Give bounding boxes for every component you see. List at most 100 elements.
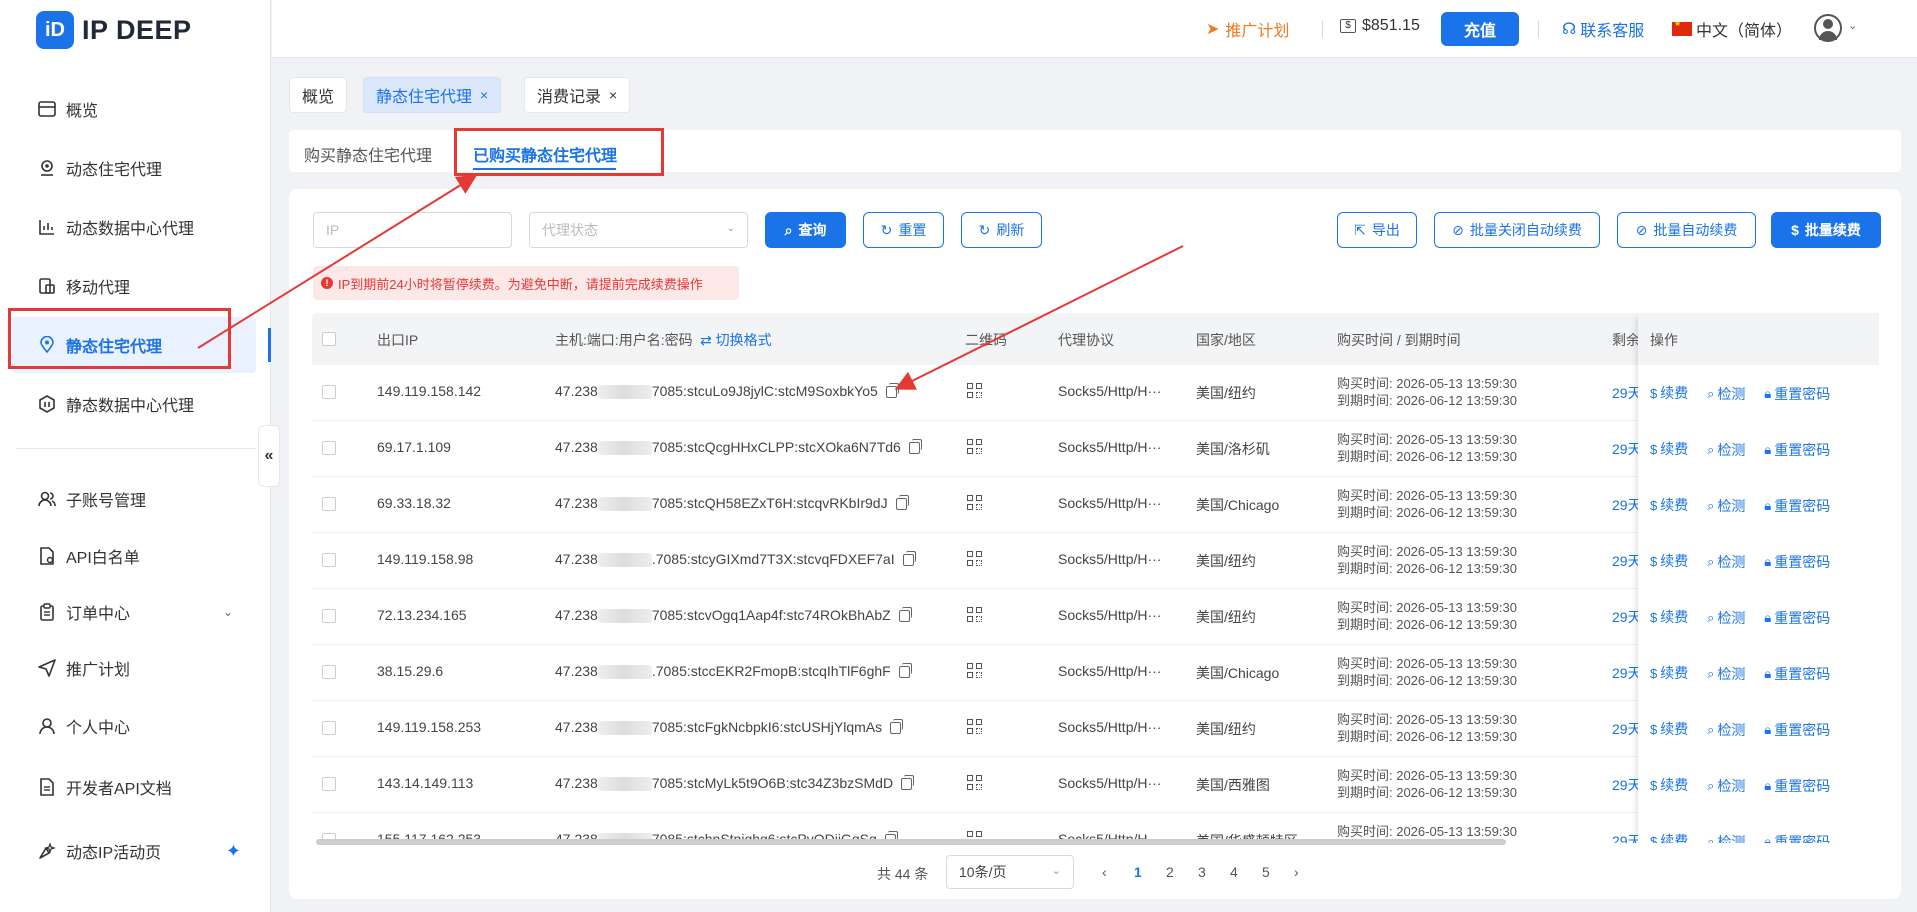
- page-size-select[interactable]: 10条/页 ⌄: [946, 855, 1074, 889]
- batch-auto-renew-button[interactable]: ⊘ 批量自动续费: [1617, 212, 1756, 248]
- ip-search-input[interactable]: IP: [313, 212, 512, 248]
- prev-page-button[interactable]: ‹: [1102, 864, 1107, 880]
- page-1[interactable]: 1: [1134, 864, 1142, 880]
- reset-button[interactable]: ↻ 重置: [863, 212, 944, 248]
- renew-button[interactable]: $ 续费: [1650, 663, 1688, 683]
- copy-icon[interactable]: [908, 439, 922, 455]
- renew-button[interactable]: $ 续费: [1650, 439, 1688, 459]
- qr-code-icon[interactable]: [967, 607, 983, 626]
- export-button[interactable]: ⇱ 导出: [1337, 212, 1417, 248]
- check-button[interactable]: ⌕ 检测: [1707, 552, 1745, 572]
- check-button[interactable]: ⌕ 检测: [1707, 720, 1745, 740]
- copy-icon[interactable]: [898, 607, 912, 623]
- sidebar-item-dynamic-datacenter[interactable]: 动态数据中心代理: [0, 199, 271, 255]
- tab-static-residential[interactable]: 静态住宅代理 ×: [363, 77, 502, 113]
- avatar[interactable]: [1814, 14, 1842, 42]
- sidebar-item-api-docs[interactable]: 开发者API文档: [0, 759, 271, 815]
- subtab-buy-static-residential[interactable]: 购买静态住宅代理: [304, 142, 432, 166]
- chevron-down-icon[interactable]: ⌄: [1848, 19, 1857, 32]
- proxy-status-select[interactable]: 代理状态 ⌄: [529, 212, 748, 248]
- tab-overview[interactable]: 概览: [289, 77, 348, 113]
- renew-button[interactable]: $ 续费: [1650, 831, 1688, 843]
- connection-string[interactable]: 47.238 7085:stcMyLk5t9O6B:stc34Z3bzSMdD: [555, 775, 915, 792]
- promo-link[interactable]: ➤ 推广计划: [1206, 17, 1289, 41]
- qr-code-icon[interactable]: [967, 495, 983, 514]
- qr-code-icon[interactable]: [967, 775, 983, 794]
- row-checkbox[interactable]: [322, 441, 336, 455]
- copy-icon[interactable]: [885, 383, 899, 399]
- check-button[interactable]: ⌕ 检测: [1707, 776, 1745, 796]
- sidebar-item-orders[interactable]: 订单中心 ⌄: [0, 584, 271, 640]
- qr-code-icon[interactable]: [967, 663, 983, 682]
- recharge-button[interactable]: 充值: [1441, 12, 1519, 46]
- check-button[interactable]: ⌕ 检测: [1707, 608, 1745, 628]
- connection-string[interactable]: 47.238 7085:stcQcgHHxCLPP:stcXOka6N7Td6: [555, 439, 922, 456]
- reset-password-button[interactable]: 🔒︎ 重置密码: [1764, 664, 1830, 684]
- copy-icon[interactable]: [898, 663, 912, 679]
- row-checkbox[interactable]: [322, 385, 336, 399]
- copy-icon[interactable]: [902, 551, 916, 567]
- connection-string[interactable]: 47.238 7085:stcuLo9J8jylC:stcM9SoxbkYo5: [555, 383, 899, 400]
- query-button[interactable]: ⌕ 查询: [765, 212, 846, 248]
- renew-button[interactable]: $ 续费: [1650, 775, 1688, 795]
- reset-password-button[interactable]: 🔒︎ 重置密码: [1764, 832, 1830, 844]
- close-icon[interactable]: ×: [609, 87, 617, 103]
- reset-password-button[interactable]: 🔒︎ 重置密码: [1764, 776, 1830, 796]
- logo[interactable]: iD IP DEEP: [36, 10, 192, 50]
- connection-string[interactable]: 47.238 7085:stcQH58EZxT6H:stcqvRKbIr9dJ: [555, 495, 909, 512]
- sidebar-item-profile[interactable]: 个人中心: [0, 698, 271, 754]
- sidebar-item-static-datacenter[interactable]: 静态数据中心代理: [0, 376, 271, 432]
- support-link[interactable]: ☊ 联系客服: [1562, 17, 1644, 41]
- page-5[interactable]: 5: [1262, 864, 1270, 880]
- qr-code-icon[interactable]: [967, 551, 983, 570]
- copy-icon[interactable]: [901, 775, 915, 791]
- qr-code-icon[interactable]: [967, 383, 983, 402]
- reset-password-button[interactable]: 🔒︎ 重置密码: [1764, 496, 1830, 516]
- reset-password-button[interactable]: 🔒︎ 重置密码: [1764, 608, 1830, 628]
- row-checkbox[interactable]: [322, 721, 336, 735]
- collapse-sidebar-button[interactable]: «: [258, 425, 280, 487]
- next-page-button[interactable]: ›: [1294, 864, 1299, 880]
- reset-password-button[interactable]: 🔒︎ 重置密码: [1764, 440, 1830, 460]
- reset-password-button[interactable]: 🔒︎ 重置密码: [1764, 720, 1830, 740]
- row-checkbox[interactable]: [322, 665, 336, 679]
- row-checkbox[interactable]: [322, 553, 336, 567]
- renew-button[interactable]: $ 续费: [1650, 495, 1688, 515]
- horizontal-scrollbar[interactable]: [316, 839, 1506, 845]
- row-checkbox[interactable]: [322, 609, 336, 623]
- renew-button[interactable]: $ 续费: [1650, 607, 1688, 627]
- sidebar-item-promotion[interactable]: 推广计划: [0, 640, 271, 696]
- select-all-checkbox[interactable]: [322, 332, 336, 346]
- renew-button[interactable]: $ 续费: [1650, 719, 1688, 739]
- copy-icon[interactable]: [895, 495, 909, 511]
- row-checkbox[interactable]: [322, 497, 336, 511]
- sidebar-item-sub-accounts[interactable]: 子账号管理: [0, 471, 271, 527]
- check-button[interactable]: ⌕ 检测: [1707, 664, 1745, 684]
- page-4[interactable]: 4: [1230, 864, 1238, 880]
- qr-code-icon[interactable]: [967, 439, 983, 458]
- page-2[interactable]: 2: [1166, 864, 1174, 880]
- renew-button[interactable]: $ 续费: [1650, 383, 1688, 403]
- connection-string[interactable]: 47.238 7085:stcFgkNcbpkI6:stcUSHjYlqmAs: [555, 719, 904, 736]
- reset-password-button[interactable]: 🔒︎ 重置密码: [1764, 552, 1830, 572]
- close-icon[interactable]: ×: [480, 87, 488, 103]
- check-button[interactable]: ⌕ 检测: [1707, 440, 1745, 460]
- connection-string[interactable]: 47.238 .7085:stccEKR2FmopB:stcqIhTlF6ghF: [555, 663, 912, 680]
- reset-password-button[interactable]: 🔒︎ 重置密码: [1764, 384, 1830, 404]
- renew-button[interactable]: $ 续费: [1650, 551, 1688, 571]
- sidebar-item-api-whitelist[interactable]: API白名单: [0, 528, 271, 584]
- refresh-button[interactable]: ↻ 刷新: [961, 212, 1042, 248]
- tab-consumption-records[interactable]: 消费记录 ×: [524, 77, 631, 113]
- sidebar-item-dynamic-residential[interactable]: 动态住宅代理: [0, 140, 271, 196]
- check-button[interactable]: ⌕ 检测: [1707, 832, 1745, 844]
- row-checkbox[interactable]: [322, 777, 336, 791]
- language-switcher[interactable]: 中文（简体）: [1672, 17, 1792, 41]
- sidebar-item-mobile[interactable]: 移动代理: [0, 258, 271, 314]
- check-button[interactable]: ⌕ 检测: [1707, 496, 1745, 516]
- connection-string[interactable]: 47.238 7085:stcvOgq1Aap4f:stc74ROkBhAbZ: [555, 607, 912, 624]
- switch-format-link[interactable]: ⇄ 切换格式: [700, 330, 772, 350]
- check-button[interactable]: ⌕ 检测: [1707, 384, 1745, 404]
- page-3[interactable]: 3: [1198, 864, 1206, 880]
- sidebar-item-dynamic-ip-activity[interactable]: 动态IP活动页 ✦: [0, 823, 271, 879]
- connection-string[interactable]: 47.238 .7085:stcyGIXmd7T3X:stcvqFDXEF7aI: [555, 551, 916, 568]
